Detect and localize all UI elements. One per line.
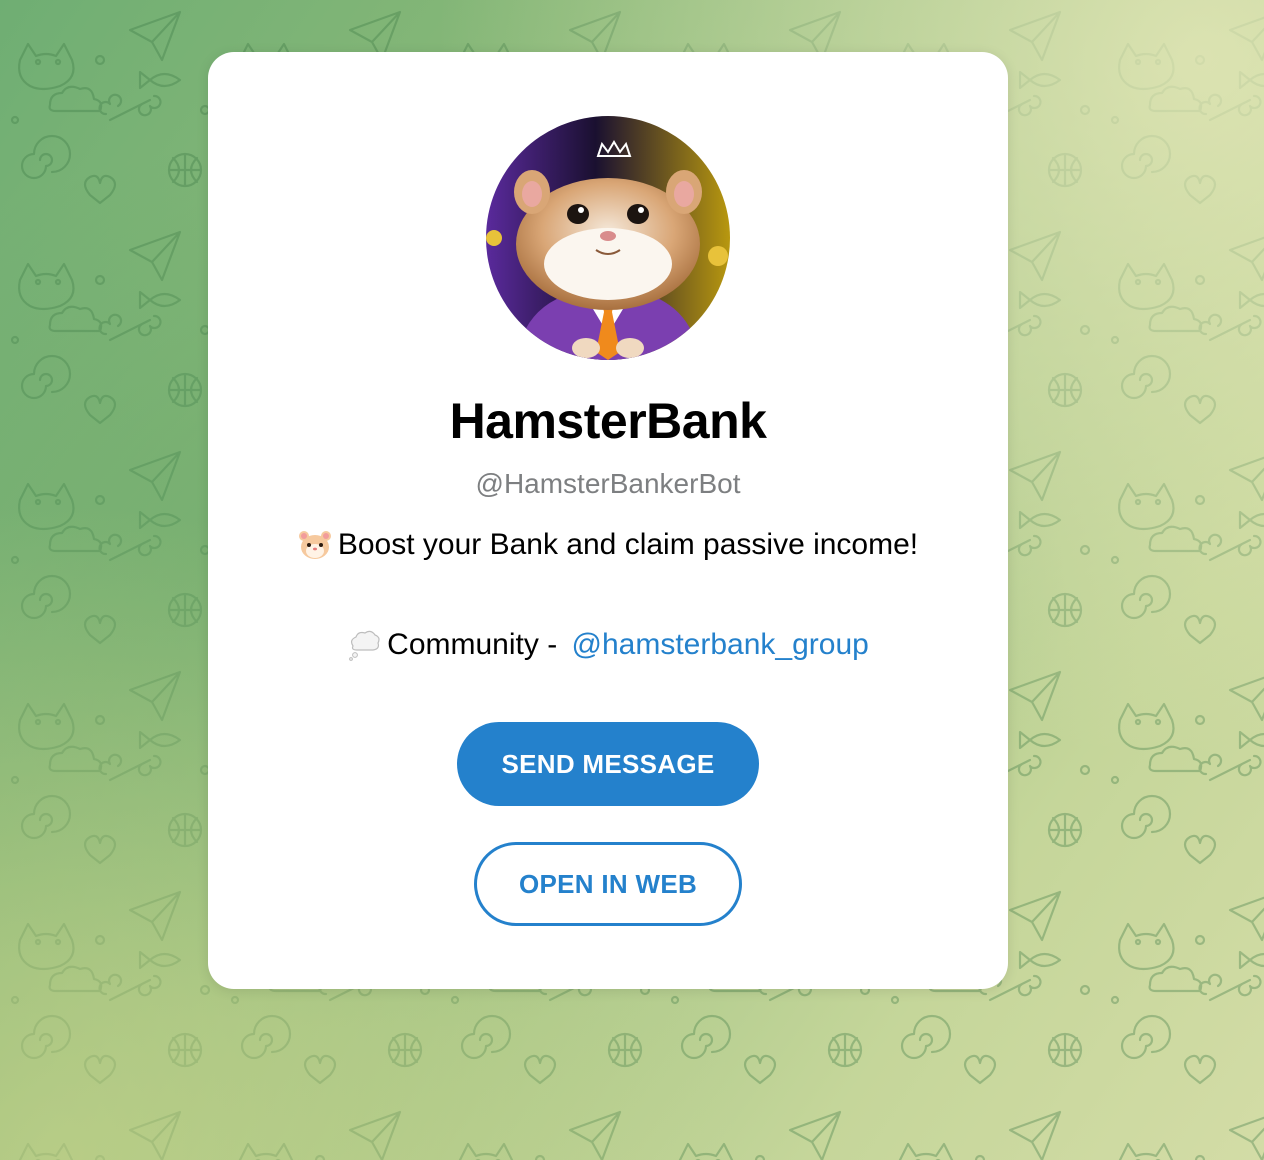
community-label: Community -: [387, 628, 566, 661]
bot-profile-card: HamsterBank @HamsterBankerBot Boost your…: [208, 52, 1008, 989]
bot-avatar: [486, 116, 730, 360]
open-in-web-button[interactable]: OPEN IN WEB: [474, 842, 742, 926]
description-line-2: Community - @hamsterbank_group: [208, 628, 1008, 662]
bot-name: HamsterBank: [449, 393, 767, 449]
hamster-face-emoji: [298, 528, 332, 562]
thought-balloon-emoji: [347, 628, 381, 662]
send-message-button[interactable]: SEND MESSAGE: [457, 722, 759, 806]
description-text: Boost your Bank and claim passive income…: [337, 528, 919, 561]
community-link[interactable]: @hamsterbank_group: [572, 628, 869, 662]
description-line-1: Boost your Bank and claim passive income…: [208, 528, 1008, 562]
bot-username: @HamsterBankerBot: [475, 468, 741, 499]
